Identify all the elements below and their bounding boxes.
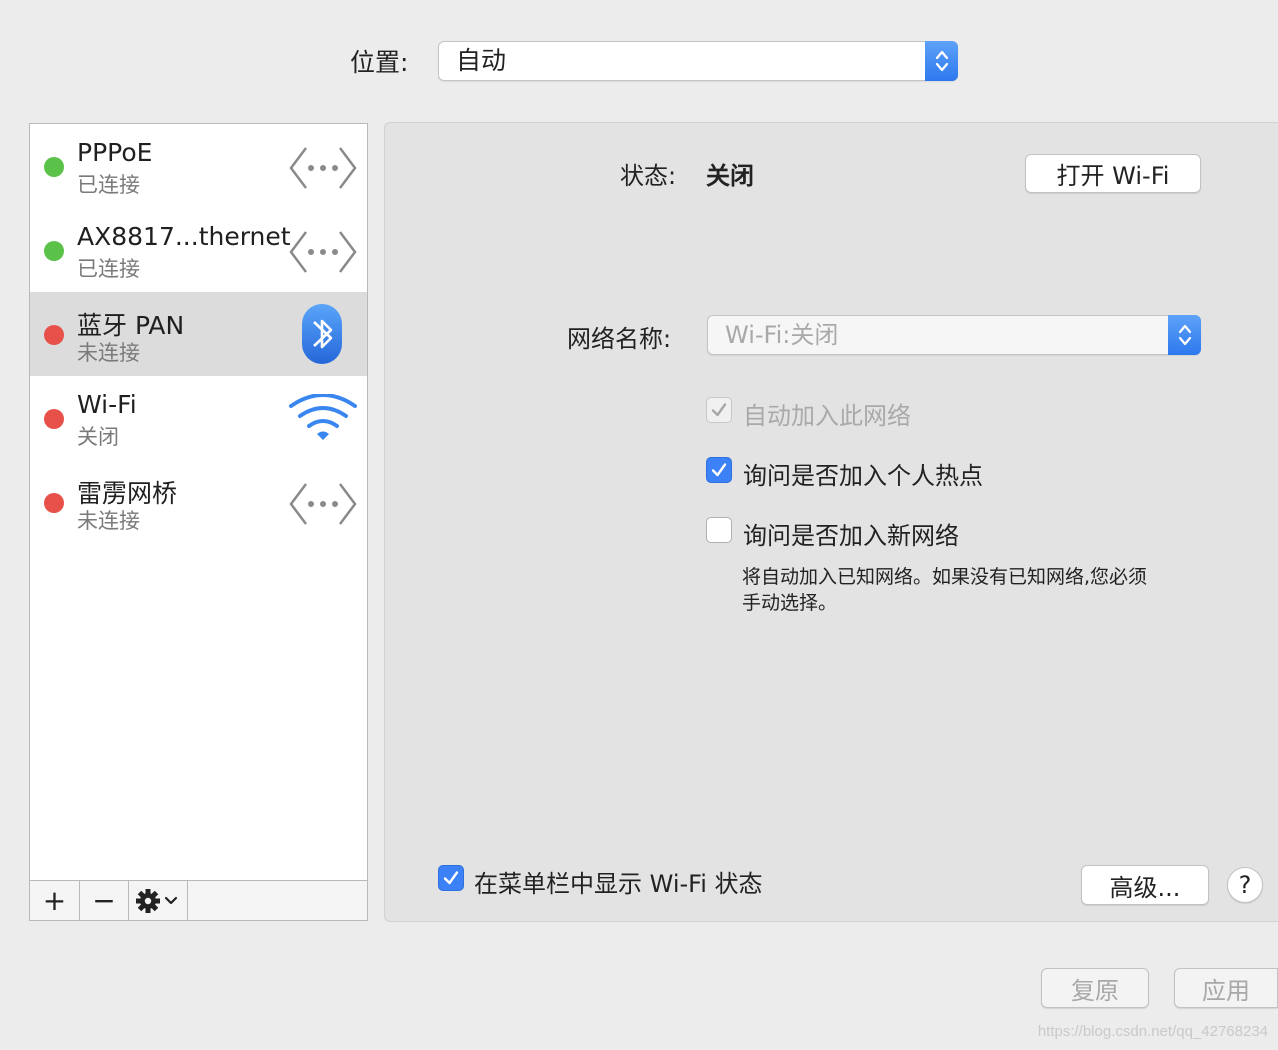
status-value: 关闭 [706,162,754,190]
show-in-menu-bar-checkbox[interactable] [438,865,464,891]
help-button[interactable]: ? [1227,867,1263,903]
service-name: PPPoE [77,138,153,167]
service-item-pppoe[interactable]: PPPoE 已连接 [30,124,367,208]
network-name-label: 网络名称: [567,325,672,353]
checkmark-icon [443,871,459,885]
location-value: 自动 [456,46,507,75]
chevron-down-icon [164,896,178,904]
service-status: 未连接 [77,341,140,365]
ask-new-network-description: 将自动加入已知网络。如果没有已知网络,您必须 [742,566,1148,588]
status-dot [44,493,64,513]
show-in-menu-bar-label: 在菜单栏中显示 Wi-Fi 状态 [474,870,763,898]
network-name-popup[interactable]: Wi-Fi:关闭 [707,315,1201,355]
popup-stepper-icon [1168,315,1201,355]
service-item-thunderbolt-bridge[interactable]: 雷雳网桥 未连接 [30,460,367,544]
popup-stepper-icon [925,41,958,81]
checkmark-icon [711,463,727,477]
ask-hotspot-label: 询问是否加入个人热点 [743,462,983,490]
turn-on-wifi-button[interactable]: 打开 Wi-Fi [1025,154,1201,193]
ask-hotspot-checkbox[interactable] [706,457,732,483]
status-label: 状态: [620,162,677,190]
ellipsis-arrows-icon [289,483,357,525]
service-status: 关闭 [77,425,119,449]
ellipsis-arrows-icon [289,147,357,189]
wifi-icon [289,394,357,440]
network-name-value: Wi-Fi:关闭 [725,321,839,349]
status-dot [44,157,64,177]
bluetooth-icon [302,304,342,364]
service-item-bluetooth-pan[interactable]: 蓝牙 PAN 未连接 [30,292,367,376]
location-row: 位置: 自动 [350,40,958,82]
location-label: 位置: [350,48,409,77]
auto-join-checkbox[interactable] [706,397,732,423]
service-name: AX8817...thernet [77,222,291,251]
ask-new-network-description-2: 手动选择。 [742,592,838,614]
ask-new-network-label: 询问是否加入新网络 [743,522,959,550]
ellipsis-arrows-icon [289,231,357,273]
status-dot [44,409,64,429]
service-name: Wi-Fi [77,390,137,419]
add-service-button[interactable]: + [30,881,80,920]
service-list-toolbar: + − [30,880,367,920]
service-list: PPPoE 已连接 AX8817...thernet 已连接 蓝牙 PAN 未连… [29,123,368,921]
apply-button[interactable]: 应用 [1174,968,1278,1008]
service-status: 已连接 [77,173,140,197]
service-item-ethernet[interactable]: AX8817...thernet 已连接 [30,208,367,292]
revert-button[interactable]: 复原 [1041,968,1149,1008]
location-popup[interactable]: 自动 [438,41,958,81]
service-item-wifi[interactable]: Wi-Fi 关闭 [30,376,367,460]
service-status: 已连接 [77,257,140,281]
status-dot [44,325,64,345]
status-dot [44,241,64,261]
checkmark-icon [711,403,727,417]
remove-service-button[interactable]: − [80,881,129,920]
auto-join-label: 自动加入此网络 [743,402,911,430]
gear-menu-button[interactable] [129,881,188,920]
ask-new-network-checkbox[interactable] [706,517,732,543]
gear-icon [136,888,178,913]
watermark: https://blog.csdn.net/qq_42768234 [1037,1023,1268,1040]
wifi-detail-panel: 状态: 关闭 打开 Wi-Fi 网络名称: Wi-Fi:关闭 自动加入此网络 询… [384,122,1278,922]
advanced-button[interactable]: 高级... [1081,865,1209,905]
service-status: 未连接 [77,509,140,533]
